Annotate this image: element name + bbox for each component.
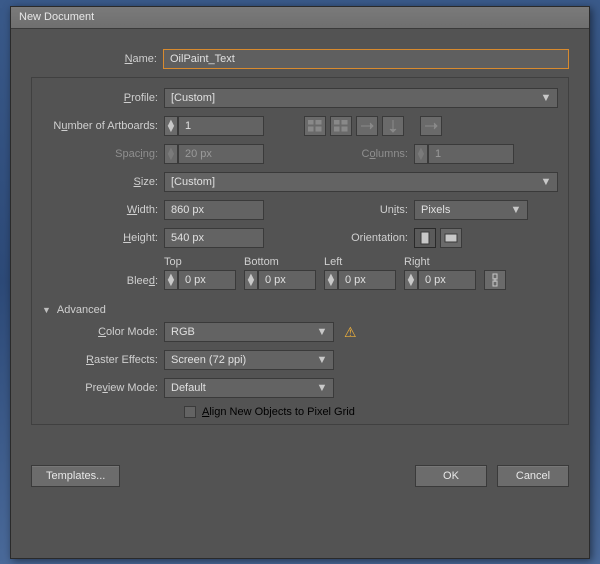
artboards-spinner[interactable]: ▲▼ (164, 116, 178, 136)
profile-value: [Custom] (171, 92, 215, 104)
advanced-label: Advanced (57, 304, 106, 316)
bleed-right-spinner[interactable]: ▲▼ (404, 270, 418, 290)
units-select[interactable]: Pixels ▼ (414, 200, 528, 220)
raster-effects-label: Raster Effects: (42, 354, 164, 366)
raster-effects-value: Screen (72 ppi) (171, 354, 246, 366)
preview-mode-label: Preview Mode: (42, 382, 164, 394)
chevron-down-icon: ▼ (539, 176, 553, 188)
arrange-ltr-icon (356, 116, 378, 136)
bleed-left-label: Left (324, 256, 396, 268)
bleed-bottom-label: Bottom (244, 256, 316, 268)
link-bleed-button[interactable] (484, 270, 506, 290)
arrange-ttb-icon (382, 116, 404, 136)
artboards-label: Number of Artboards: (42, 120, 164, 132)
profile-label: Profile: (42, 92, 164, 104)
triangle-down-icon: ▼ (42, 305, 51, 315)
main-panel: Profile: [Custom] ▼ Number of Artboards:… (31, 77, 569, 425)
color-mode-label: Color Mode: (42, 326, 164, 338)
grid-by-row-icon (304, 116, 326, 136)
advanced-toggle[interactable]: ▼ Advanced (42, 304, 558, 316)
ok-button[interactable]: OK (415, 465, 487, 487)
units-label: Units: (264, 204, 414, 216)
name-label: Name: (31, 53, 163, 65)
bleed-top-label: Top (164, 256, 236, 268)
bleed-right-label: Right (404, 256, 476, 268)
arrange-rtl-icon (420, 116, 442, 136)
columns-label: Columns: (264, 148, 414, 160)
preview-mode-select[interactable]: Default ▼ (164, 378, 334, 398)
new-document-dialog: New Document Name: Profile: [Custom] ▼ N… (10, 6, 590, 559)
spacing-input (178, 144, 264, 164)
bleed-top-spinner[interactable]: ▲▼ (164, 270, 178, 290)
bleed-left-spinner[interactable]: ▲▼ (324, 270, 338, 290)
color-mode-value: RGB (171, 326, 195, 338)
bleed-label: Bleed: (42, 275, 164, 290)
orientation-portrait-button[interactable] (414, 228, 436, 248)
bleed-bottom-input[interactable] (258, 270, 316, 290)
raster-effects-select[interactable]: Screen (72 ppi) ▼ (164, 350, 334, 370)
name-input[interactable] (163, 49, 569, 69)
color-mode-select[interactable]: RGB ▼ (164, 322, 334, 342)
orientation-label: Orientation: (264, 232, 414, 244)
width-label: Width: (42, 204, 164, 216)
chevron-down-icon: ▼ (539, 92, 553, 104)
orientation-landscape-button[interactable] (440, 228, 462, 248)
chevron-down-icon: ▼ (315, 382, 329, 394)
spacing-spinner: ▲▼ (164, 144, 178, 164)
chevron-down-icon: ▼ (315, 354, 329, 366)
bleed-bottom-spinner[interactable]: ▲▼ (244, 270, 258, 290)
width-input[interactable] (164, 200, 264, 220)
chevron-down-icon: ▼ (509, 204, 523, 216)
align-grid-label: Align New Objects to Pixel Grid (202, 406, 355, 418)
units-value: Pixels (421, 204, 450, 216)
cancel-button[interactable]: Cancel (497, 465, 569, 487)
size-select[interactable]: [Custom] ▼ (164, 172, 558, 192)
height-label: Height: (42, 232, 164, 244)
height-input[interactable] (164, 228, 264, 248)
size-value: [Custom] (171, 176, 215, 188)
bleed-right-input[interactable] (418, 270, 476, 290)
size-label: Size: (42, 176, 164, 188)
warning-icon: ⚠ (344, 324, 357, 341)
templates-button[interactable]: Templates... (31, 465, 120, 487)
columns-spinner: ▲▼ (414, 144, 428, 164)
spacing-label: Spacing: (42, 148, 164, 160)
preview-mode-value: Default (171, 382, 206, 394)
dialog-content: Name: Profile: [Custom] ▼ Number of Artb… (11, 29, 589, 499)
window-title: New Document (19, 11, 94, 23)
profile-select[interactable]: [Custom] ▼ (164, 88, 558, 108)
titlebar: New Document (11, 7, 589, 29)
grid-by-column-icon (330, 116, 352, 136)
columns-input (428, 144, 514, 164)
bleed-left-input[interactable] (338, 270, 396, 290)
artboards-input[interactable] (178, 116, 264, 136)
chevron-down-icon: ▼ (315, 326, 329, 338)
bleed-top-input[interactable] (178, 270, 236, 290)
align-grid-checkbox[interactable] (184, 406, 196, 418)
